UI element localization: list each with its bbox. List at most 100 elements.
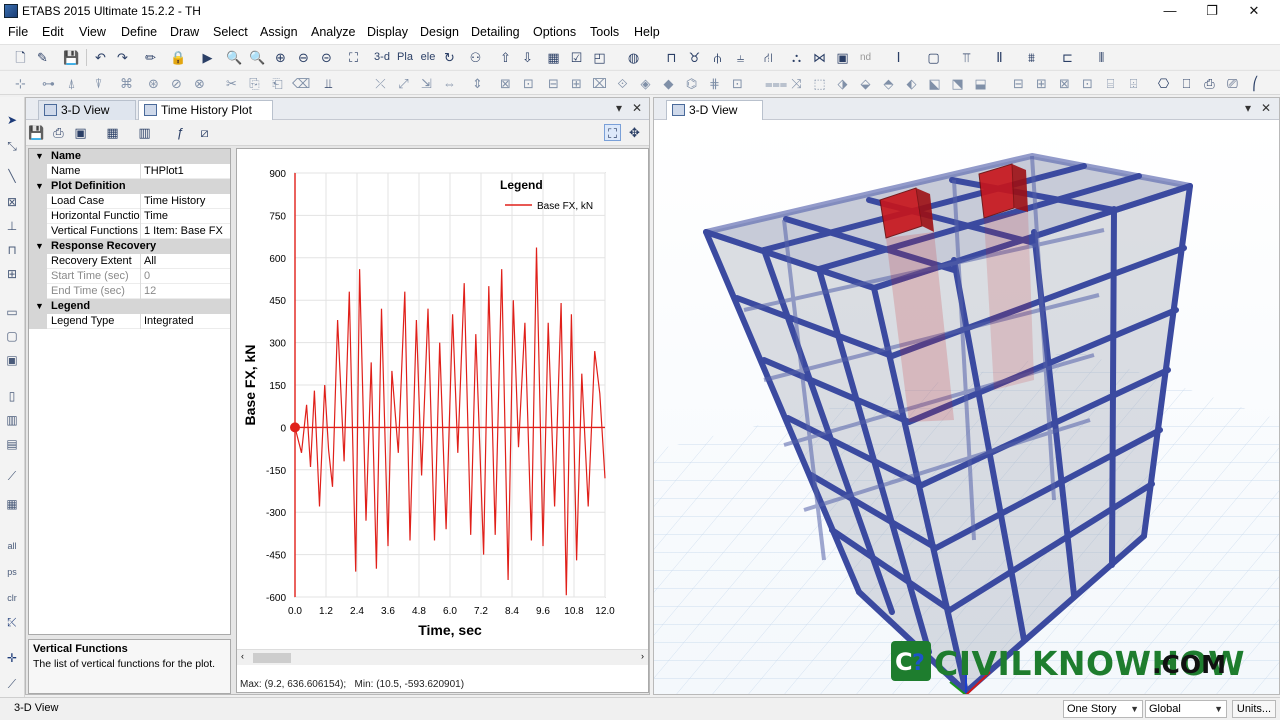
zoom-out-icon[interactable]: ⊖ — [295, 49, 312, 66]
strip-assign-icon[interactable]: ⬖ — [903, 75, 920, 92]
property-row-recovery-extent[interactable]: Recovery Extent All — [29, 254, 230, 269]
save-plot-icon[interactable]: 💾 — [28, 124, 45, 141]
menu-assign[interactable]: Assign — [260, 25, 298, 39]
property-row-load-case[interactable]: Load Case Time History — [29, 194, 230, 209]
draw-beam-tool-icon[interactable]: ⊓ — [3, 241, 21, 259]
menu-display[interactable]: Display — [367, 25, 408, 39]
scroll-right-icon[interactable]: › — [641, 651, 644, 661]
shell-property-modifiers-icon[interactable]: ⊡ — [729, 75, 746, 92]
snap-options-icon[interactable]: ⟋ — [3, 675, 21, 693]
pane-menu-button[interactable]: ▾ — [616, 101, 622, 115]
draw-floor-tool-icon[interactable]: ▭ — [3, 303, 21, 321]
checkbox-icon[interactable]: ☑ — [568, 49, 585, 66]
frame-temp-icon[interactable]: ⇔ — [441, 75, 458, 92]
table-icon[interactable]: ▦ — [104, 124, 121, 141]
pane-close-button[interactable]: ✕ — [1261, 101, 1271, 115]
undo-icon[interactable]: ↶ — [92, 49, 109, 66]
design-shear-wall-icon[interactable]: ⊡ — [1079, 75, 1096, 92]
link-property-icon[interactable]: ⩶ — [765, 75, 787, 92]
save-icon[interactable]: 💾 — [63, 49, 80, 66]
detailing-drawing-icon[interactable]: ⎕ — [1178, 75, 1195, 92]
time-history-chart[interactable]: 0.0 1.2 2.4 3.6 4.8 6.0 7.2 8.4 9.6 10.8 12.0 900 7… — [237, 149, 648, 649]
menu-design[interactable]: Design — [420, 25, 459, 39]
property-value[interactable]: Time — [144, 209, 230, 223]
property-value[interactable]: THPlot1 — [144, 164, 230, 178]
menu-draw[interactable]: Draw — [170, 25, 199, 39]
redo-icon[interactable]: ↷ — [114, 49, 131, 66]
joint-springs-icon[interactable]: ⊶ — [40, 75, 57, 92]
shell-diaphragm-icon[interactable]: ⊞ — [568, 75, 585, 92]
frame-hinge-icon[interactable]: ⊗ — [191, 75, 208, 92]
draw-wall-icon[interactable]: Ⅱ — [991, 49, 1008, 66]
function-icon[interactable]: ƒ — [172, 124, 189, 141]
scroll-thumb[interactable] — [253, 653, 291, 663]
property-value[interactable]: Integrated — [144, 314, 230, 328]
design-slab-icon[interactable]: ⌸ — [1102, 75, 1119, 92]
property-row-legend-type[interactable]: Legend Type Integrated — [29, 314, 230, 329]
menu-help[interactable]: Help — [634, 25, 660, 39]
section-plot-definition[interactable]: ▼ Plot Definition — [29, 179, 230, 194]
design-check-icon[interactable]: ⌹ — [1125, 75, 1142, 92]
show-tables-icon[interactable]: ▣ — [834, 49, 851, 66]
draw-rect-floor-icon[interactable]: ▢ — [3, 327, 21, 345]
property-row-name[interactable]: Name THPlot1 — [29, 164, 230, 179]
detailing-preference-icon[interactable]: ⎛ — [1247, 75, 1264, 92]
zoom-window-icon[interactable]: 🔍 — [226, 49, 243, 66]
new-model-icon[interactable]: 🗋 — [12, 49, 29, 66]
restore-button[interactable]: ❐ — [1192, 1, 1232, 21]
tendon-icon[interactable]: ⤨ — [788, 75, 805, 92]
shell-uniform-load-icon[interactable]: ◆ — [660, 75, 677, 92]
pane-close-button[interactable]: ✕ — [632, 101, 642, 115]
joint-mass-icon[interactable]: ⍒ — [90, 75, 107, 92]
detailing-sheet-icon[interactable]: ⎙ — [1201, 75, 1218, 92]
draw-opening-icon[interactable]: ⊏ — [1059, 49, 1076, 66]
frame-load-icon[interactable]: ⤫ — [372, 75, 389, 92]
menu-tools[interactable]: Tools — [590, 25, 619, 39]
panel-zone-icon[interactable]: ⌘ — [118, 75, 135, 92]
design-strip-icon[interactable]: ⬕ — [926, 75, 943, 92]
menu-detailing[interactable]: Detailing — [471, 25, 520, 39]
draw-line-icon[interactable]: ╲ — [3, 167, 21, 185]
show-frame-forces-icon[interactable]: ⛙ — [760, 49, 777, 66]
lock-icon[interactable]: 🔒 — [170, 49, 187, 66]
joint-restraint-icon[interactable]: ⊹ — [12, 75, 29, 92]
zoom-in-icon[interactable]: ⊕ — [272, 49, 289, 66]
move-down-icon[interactable]: ⇩ — [519, 49, 536, 66]
intersecting-line-select-icon[interactable]: ⤪ — [3, 613, 21, 631]
tab-3d-view[interactable]: 3-D View — [38, 100, 136, 120]
frame-distributed-icon[interactable]: ⤢ — [395, 75, 412, 92]
open-icon[interactable]: ✎ — [34, 49, 51, 66]
paste-icon[interactable]: ⎗ — [269, 75, 286, 92]
section-legend[interactable]: ▼ Legend — [29, 299, 230, 314]
strip-icon[interactable]: ⬘ — [880, 75, 897, 92]
nd-button[interactable]: nd — [857, 49, 874, 66]
property-row-vertical-functions[interactable]: Vertical Functions 1 Item: Base FX — [29, 224, 230, 239]
draw-brace-icon[interactable]: ⫴ — [1093, 49, 1110, 66]
draw-column-icon[interactable]: ⫪ — [958, 49, 975, 66]
pointer-icon[interactable]: ➤ — [3, 111, 21, 129]
show-loads-icon[interactable]: ♉ — [686, 49, 703, 66]
clear-selection-icon[interactable]: clr — [3, 589, 21, 607]
rotate-icon[interactable]: ↻ — [441, 49, 458, 66]
shell-insertion-icon[interactable]: ◈ — [637, 75, 654, 92]
joint-diaphragm-icon[interactable]: ⍋ — [63, 75, 80, 92]
pier-label-icon[interactable]: ⫫ — [320, 75, 337, 92]
elevation-view-button[interactable]: elе — [418, 49, 438, 66]
plan-view-button[interactable]: Plа — [395, 49, 415, 66]
shell-mesh-icon[interactable]: ⊟ — [545, 75, 562, 92]
slab-icon[interactable]: ⬔ — [949, 75, 966, 92]
minimize-button[interactable]: — — [1150, 1, 1190, 21]
draw-link-tool-icon[interactable]: ⟋ — [3, 467, 21, 485]
tab-time-history-plot[interactable]: Time History Plot — [138, 100, 273, 120]
draw-beam-icon[interactable]: Ⅰ — [890, 49, 907, 66]
show-undeformed-icon[interactable]: ⊓ — [663, 49, 680, 66]
tab-3d-view-right[interactable]: 3-D View — [666, 100, 763, 120]
property-value[interactable]: 1 Item: Base FX — [144, 224, 230, 238]
rubber-band-zoom-icon[interactable]: ⛶ — [345, 49, 362, 66]
menu-edit[interactable]: Edit — [42, 25, 64, 39]
select-previous-icon[interactable]: ps — [3, 563, 21, 581]
delete-icon[interactable]: ⌫ — [292, 75, 310, 92]
tendon-load-icon[interactable]: ⬚ — [811, 75, 828, 92]
move-up-icon[interactable]: ⇧ — [497, 49, 514, 66]
section-name[interactable]: ▼ Name — [29, 149, 230, 164]
